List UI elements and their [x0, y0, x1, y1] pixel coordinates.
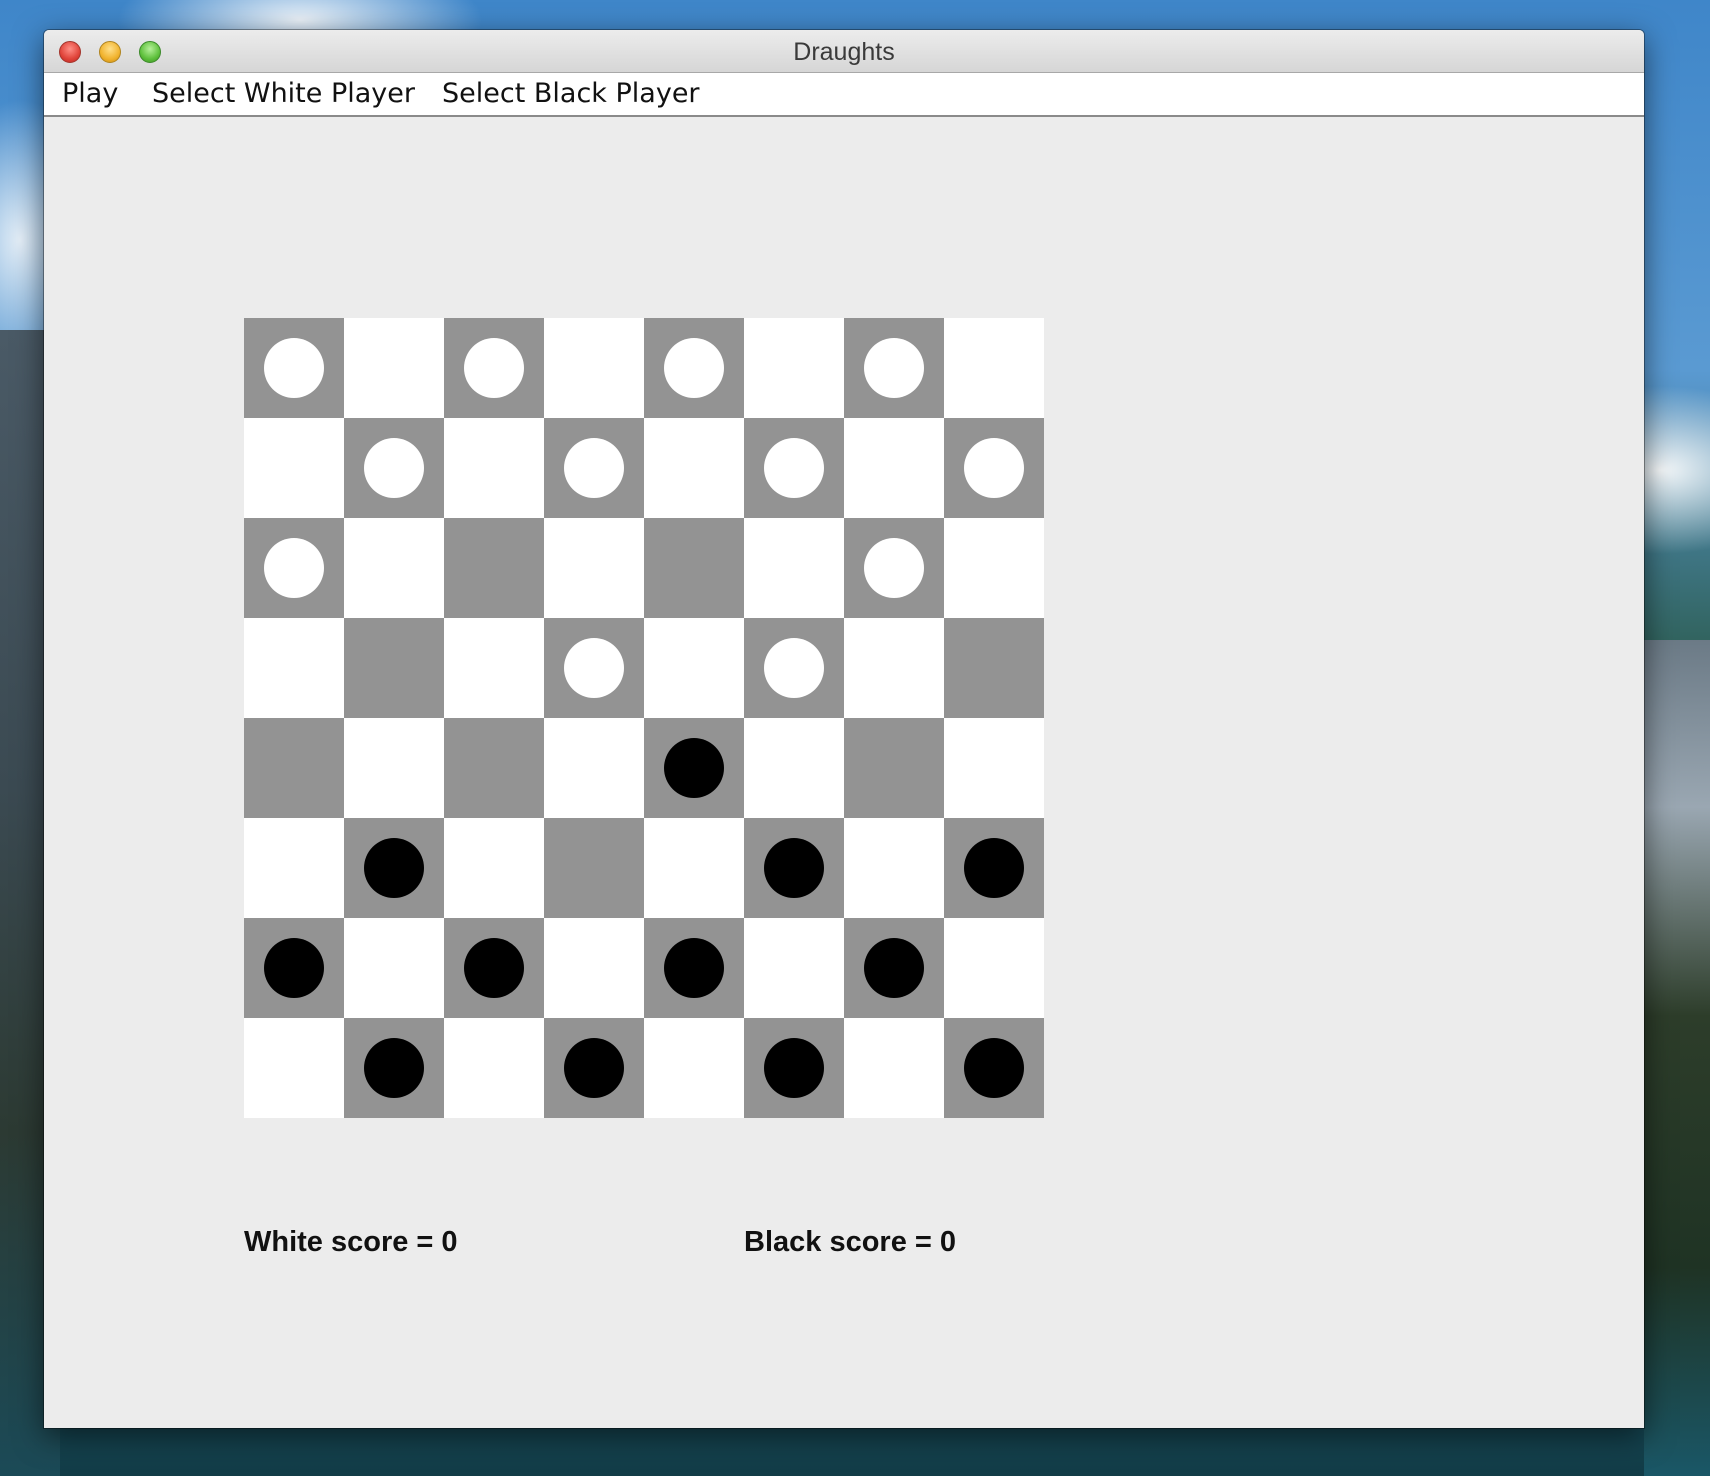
black-piece[interactable]: [964, 838, 1024, 898]
board-square[interactable]: [844, 918, 944, 1018]
board-square[interactable]: [744, 518, 844, 618]
board-square[interactable]: [244, 318, 344, 418]
board-square[interactable]: [644, 818, 744, 918]
board-square[interactable]: [944, 618, 1044, 718]
board-square[interactable]: [344, 518, 444, 618]
black-piece[interactable]: [464, 938, 524, 998]
white-piece[interactable]: [564, 438, 624, 498]
board-square[interactable]: [944, 418, 1044, 518]
board-square[interactable]: [744, 718, 844, 818]
board-square[interactable]: [944, 318, 1044, 418]
black-piece[interactable]: [264, 938, 324, 998]
board-square[interactable]: [744, 918, 844, 1018]
board-square[interactable]: [644, 318, 744, 418]
white-piece[interactable]: [664, 338, 724, 398]
board-square[interactable]: [944, 818, 1044, 918]
board-square[interactable]: [644, 918, 744, 1018]
board-square[interactable]: [344, 718, 444, 818]
board-square[interactable]: [344, 318, 444, 418]
desktop-scenery-right: [1644, 640, 1710, 1476]
board-square[interactable]: [944, 518, 1044, 618]
menu-select-black-player[interactable]: Select Black Player: [442, 73, 700, 115]
board-square[interactable]: [644, 418, 744, 518]
board-square[interactable]: [544, 518, 644, 618]
white-piece[interactable]: [864, 338, 924, 398]
board-square[interactable]: [444, 518, 544, 618]
white-piece[interactable]: [564, 638, 624, 698]
board-square[interactable]: [244, 918, 344, 1018]
board-square[interactable]: [844, 518, 944, 618]
board-square[interactable]: [744, 418, 844, 518]
white-piece[interactable]: [764, 438, 824, 498]
board-square[interactable]: [944, 718, 1044, 818]
black-piece[interactable]: [564, 1038, 624, 1098]
board-square[interactable]: [844, 318, 944, 418]
black-piece[interactable]: [664, 938, 724, 998]
board-square[interactable]: [244, 1018, 344, 1118]
menu-bar: Play Select White Player Select Black Pl…: [44, 73, 1644, 117]
white-piece[interactable]: [764, 638, 824, 698]
menu-play[interactable]: Play: [62, 73, 118, 115]
window-title: Draughts: [793, 38, 895, 66]
white-piece[interactable]: [964, 438, 1024, 498]
board-square[interactable]: [344, 418, 444, 518]
board-square[interactable]: [244, 418, 344, 518]
draughts-window: Draughts Play Select White Player Select…: [44, 30, 1644, 1428]
board-square[interactable]: [244, 518, 344, 618]
board-square[interactable]: [444, 318, 544, 418]
board-square[interactable]: [944, 1018, 1044, 1118]
black-piece[interactable]: [364, 838, 424, 898]
board-square[interactable]: [744, 1018, 844, 1118]
board-square[interactable]: [544, 818, 644, 918]
board-square[interactable]: [844, 818, 944, 918]
white-score: White score = 0: [244, 1226, 458, 1258]
board-square[interactable]: [844, 718, 944, 818]
title-bar[interactable]: Draughts: [44, 30, 1644, 73]
board-square[interactable]: [244, 618, 344, 718]
board-square[interactable]: [344, 918, 444, 1018]
board-square[interactable]: [944, 918, 1044, 1018]
board-square[interactable]: [744, 318, 844, 418]
board-square[interactable]: [644, 1018, 744, 1118]
board-square[interactable]: [444, 418, 544, 518]
black-score: Black score = 0: [744, 1226, 957, 1258]
board-square[interactable]: [344, 818, 444, 918]
draughts-board[interactable]: [244, 318, 1044, 1118]
white-piece[interactable]: [864, 538, 924, 598]
black-piece[interactable]: [364, 1038, 424, 1098]
board-square[interactable]: [244, 818, 344, 918]
board-square[interactable]: [744, 818, 844, 918]
white-piece[interactable]: [264, 538, 324, 598]
board-square[interactable]: [444, 618, 544, 718]
board-square[interactable]: [444, 818, 544, 918]
board-square[interactable]: [744, 618, 844, 718]
board-square[interactable]: [344, 1018, 444, 1118]
black-piece[interactable]: [864, 938, 924, 998]
board-square[interactable]: [244, 718, 344, 818]
board-square[interactable]: [844, 1018, 944, 1118]
board-square[interactable]: [844, 618, 944, 718]
black-piece[interactable]: [764, 1038, 824, 1098]
board-square[interactable]: [444, 718, 544, 818]
white-piece[interactable]: [364, 438, 424, 498]
board-square[interactable]: [544, 1018, 644, 1118]
board-square[interactable]: [544, 418, 644, 518]
white-piece[interactable]: [264, 338, 324, 398]
board-square[interactable]: [444, 918, 544, 1018]
black-piece[interactable]: [964, 1038, 1024, 1098]
board-square[interactable]: [544, 318, 644, 418]
menu-select-white-player[interactable]: Select White Player: [152, 73, 415, 115]
board-square[interactable]: [544, 618, 644, 718]
black-piece[interactable]: [764, 838, 824, 898]
board-square[interactable]: [544, 718, 644, 818]
board-square[interactable]: [644, 618, 744, 718]
board-square[interactable]: [644, 518, 744, 618]
board-square[interactable]: [344, 618, 444, 718]
board-square[interactable]: [844, 418, 944, 518]
white-piece[interactable]: [464, 338, 524, 398]
black-piece[interactable]: [664, 738, 724, 798]
board-square[interactable]: [444, 1018, 544, 1118]
board-square[interactable]: [644, 718, 744, 818]
board-square[interactable]: [544, 918, 644, 1018]
